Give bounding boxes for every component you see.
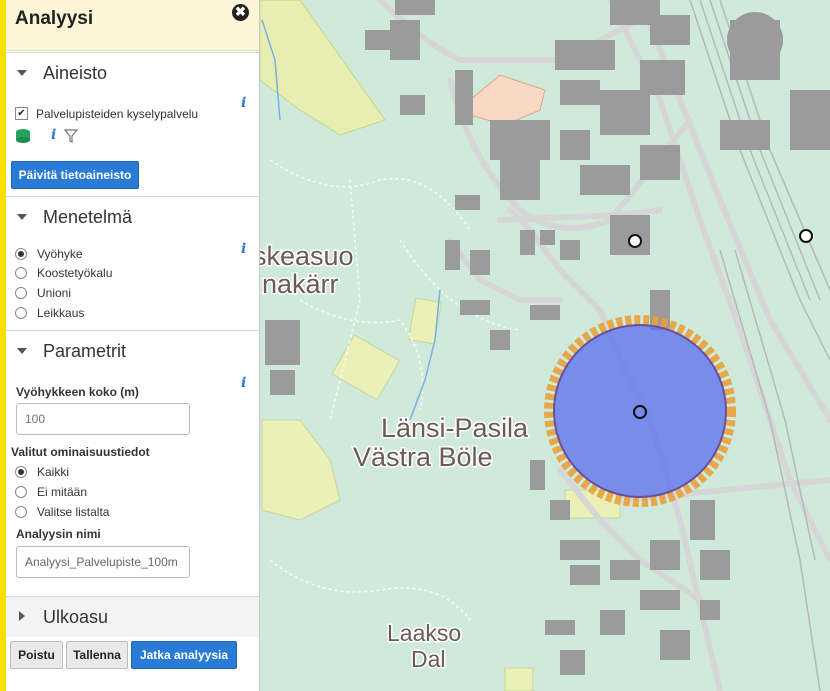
section-ulkoasu-header[interactable]: Ulkoasu (6, 597, 259, 637)
radio-button[interactable] (15, 286, 27, 299)
map-label-area2-sv: Västra Böle (353, 442, 493, 472)
attribute-option-label: Valitse listalta (37, 505, 110, 519)
analysis-name-input[interactable] (16, 546, 190, 578)
map-label-area3-sv: Dal (411, 646, 446, 672)
update-dataset-button[interactable]: Päivitä tietoaineisto (11, 161, 139, 189)
section-aineisto-header[interactable]: Aineisto (6, 53, 259, 93)
method-option-koostetyokalu[interactable]: Koostetyökalu (15, 264, 112, 282)
zone-size-label: Vyöhykkeen koko (m) (16, 385, 139, 399)
collapse-arrow-icon (17, 348, 27, 354)
radio-button[interactable] (15, 266, 27, 279)
radio-button[interactable] (15, 485, 27, 498)
map-park-area (504, 667, 534, 691)
section-parametrit: Parametrit i Vyöhykkeen koko (m) Valitut… (6, 330, 259, 597)
continue-analysis-button[interactable]: Jatka analyysia (131, 641, 237, 669)
map-stadium (727, 12, 783, 68)
info-icon[interactable]: i (241, 375, 246, 391)
attribute-option-label: Ei mitään (37, 485, 88, 499)
zone-size-input[interactable] (16, 403, 190, 435)
collapse-arrow-icon (17, 70, 27, 76)
layer-row: ✔ Palvelupisteiden kyselypalvelu (15, 105, 198, 123)
section-menetelma-header[interactable]: Menetelmä (6, 197, 259, 237)
section-aineisto: Aineisto ✔ Palvelupisteiden kyselypalvelu… (6, 52, 259, 197)
analysis-panel: Analyysi ✖ Aineisto ✔ Palvelupisteiden ky… (0, 0, 260, 691)
info-icon[interactable]: i (241, 95, 246, 111)
filter-icon[interactable] (64, 129, 78, 143)
method-option-leikkaus[interactable]: Leikkaus (15, 304, 84, 322)
attribute-option-kaikki[interactable]: Kaikki (15, 463, 69, 481)
remove-button[interactable]: Poistu (10, 641, 63, 669)
expand-arrow-icon (19, 611, 25, 621)
panel-header: Analyysi ✖ (6, 0, 259, 51)
section-parametrit-header[interactable]: Parametrit (6, 331, 259, 371)
map-label-area2-fi: Länsi-Pasila (381, 413, 529, 443)
map-label-area1-fi: skeasuo (253, 241, 354, 271)
section-aineisto-title: Aineisto (43, 63, 108, 83)
radio-button[interactable] (15, 306, 27, 319)
radio-button[interactable] (15, 465, 27, 478)
database-icon (16, 129, 30, 143)
attribute-option-label: Kaikki (37, 465, 70, 479)
map-label-area1-sv: nakärr (262, 269, 339, 299)
radio-button[interactable] (15, 247, 27, 260)
analysis-name-label: Analyysin nimi (16, 527, 101, 541)
close-icon[interactable]: ✖ (232, 4, 249, 21)
section-menetelma-title: Menetelmä (43, 207, 133, 227)
method-option-label: Leikkaus (37, 306, 85, 320)
method-option-vyohyke[interactable]: Vyöhyke (15, 245, 83, 263)
section-ulkoasu: Ulkoasu (6, 596, 259, 637)
layer-checkbox[interactable]: ✔ (15, 107, 28, 121)
save-button[interactable]: Tallenna (66, 641, 128, 669)
radio-button[interactable] (15, 505, 27, 518)
map-label-area3-fi: Laakso (387, 620, 461, 646)
attributes-label: Valitut ominaisuustiedot (11, 445, 150, 459)
section-menetelma: Menetelmä i Vyöhyke Koostetyökalu Unioni… (6, 196, 259, 331)
method-option-label: Vyöhyke (37, 247, 83, 261)
layer-label: Palvelupisteiden kyselypalvelu (36, 107, 199, 121)
method-option-unioni[interactable]: Unioni (15, 284, 71, 302)
section-ulkoasu-title: Ulkoasu (43, 607, 109, 627)
attribute-option-valitse-listalta[interactable]: Valitse listalta (15, 503, 109, 521)
buffer-zone[interactable] (553, 324, 727, 498)
method-option-label: Koostetyökalu (37, 266, 113, 280)
section-parametrit-title: Parametrit (43, 341, 127, 361)
service-point-marker[interactable] (799, 229, 813, 243)
info-icon[interactable]: i (241, 241, 246, 257)
attribute-option-ei-mitaan[interactable]: Ei mitään (15, 483, 87, 501)
method-option-label: Unioni (37, 286, 72, 300)
collapse-arrow-icon (17, 214, 27, 220)
layer-info-icon[interactable]: i (51, 127, 56, 143)
service-point-marker[interactable] (628, 234, 642, 248)
panel-title: Analyysi (15, 8, 94, 29)
